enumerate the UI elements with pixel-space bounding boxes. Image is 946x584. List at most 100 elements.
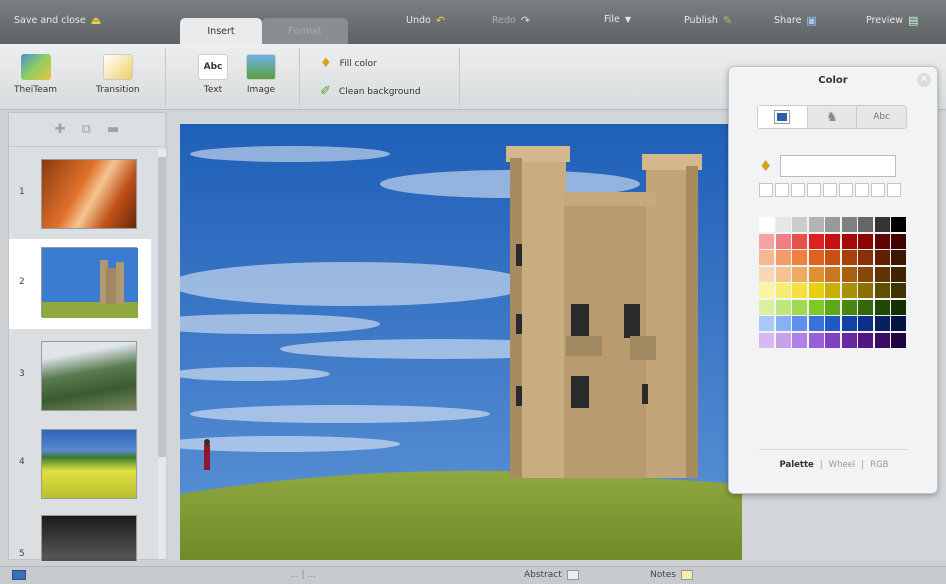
scrollbar-thumb[interactable] — [158, 157, 166, 457]
palette-swatch[interactable] — [891, 283, 906, 298]
slide-thumb-5[interactable]: 5 — [9, 509, 151, 561]
recent-color-swatch[interactable] — [791, 183, 805, 197]
wheel-mode-link[interactable]: Wheel — [829, 460, 856, 470]
abstract-button[interactable]: Abstract — [524, 570, 579, 580]
palette-swatch[interactable] — [792, 316, 807, 331]
palette-swatch[interactable] — [825, 283, 840, 298]
palette-swatch[interactable] — [841, 299, 857, 315]
palette-swatch[interactable] — [874, 332, 890, 348]
palette-swatch[interactable] — [891, 266, 906, 282]
slide-canvas[interactable] — [180, 124, 742, 560]
palette-swatch[interactable] — [759, 299, 774, 315]
publish-button[interactable]: Publish ✎ — [684, 14, 732, 27]
palette-swatch[interactable] — [792, 250, 807, 265]
palette-swatch[interactable] — [874, 250, 890, 265]
slide-thumb-1[interactable]: 1 — [9, 153, 151, 233]
palette-swatch[interactable] — [775, 217, 791, 232]
palette-swatch[interactable] — [874, 299, 890, 315]
recent-color-swatch[interactable] — [775, 183, 789, 197]
notes-button[interactable]: Notes — [650, 570, 693, 580]
add-slide-icon[interactable]: ✚ — [55, 122, 66, 137]
palette-swatch[interactable] — [825, 299, 840, 315]
palette-swatch[interactable] — [808, 283, 824, 298]
palette-swatch[interactable] — [891, 316, 906, 331]
clean-background-button[interactable]: ✐ Clean background — [320, 84, 421, 99]
palette-swatch[interactable] — [792, 299, 807, 315]
theiteam-button[interactable]: TheiTeam — [14, 54, 57, 95]
palette-swatch[interactable] — [891, 332, 906, 348]
recent-color-swatch[interactable] — [839, 183, 853, 197]
redo-button[interactable]: Redo ↷ — [492, 14, 530, 27]
palette-swatch[interactable] — [825, 266, 840, 282]
palette-swatch[interactable] — [792, 217, 807, 232]
palette-swatch[interactable] — [825, 233, 840, 249]
palette-swatch[interactable] — [841, 217, 857, 232]
recent-color-swatch[interactable] — [855, 183, 869, 197]
palette-swatch[interactable] — [874, 283, 890, 298]
palette-swatch[interactable] — [858, 332, 873, 348]
palette-swatch[interactable] — [775, 283, 791, 298]
palette-swatch[interactable] — [891, 217, 906, 232]
palette-swatch[interactable] — [808, 299, 824, 315]
palette-swatch[interactable] — [858, 217, 873, 232]
palette-swatch[interactable] — [858, 266, 873, 282]
hex-color-input[interactable] — [780, 155, 897, 177]
palette-swatch[interactable] — [775, 332, 791, 348]
palette-swatch[interactable] — [792, 332, 807, 348]
palette-swatch[interactable] — [808, 266, 824, 282]
palette-swatch[interactable] — [792, 233, 807, 249]
palette-swatch[interactable] — [759, 250, 774, 265]
palette-swatch[interactable] — [775, 266, 791, 282]
palette-swatch[interactable] — [841, 250, 857, 265]
palette-swatch[interactable] — [759, 316, 774, 331]
remove-slide-icon[interactable]: ▬ — [107, 122, 119, 137]
palette-swatch[interactable] — [808, 217, 824, 232]
palette-swatch[interactable] — [825, 217, 840, 232]
palette-swatch[interactable] — [858, 283, 873, 298]
file-menu[interactable]: File ▼ — [604, 14, 631, 25]
palette-swatch[interactable] — [874, 217, 890, 232]
palette-swatch[interactable] — [891, 250, 906, 265]
palette-swatch[interactable] — [841, 316, 857, 331]
slide-thumb-3[interactable]: 3 — [9, 335, 151, 415]
palette-mode-link[interactable]: Palette — [779, 460, 813, 470]
palette-swatch[interactable] — [808, 316, 824, 331]
palette-swatch[interactable] — [775, 299, 791, 315]
palette-swatch[interactable] — [808, 233, 824, 249]
palette-swatch[interactable] — [841, 266, 857, 282]
recent-color-swatch[interactable] — [823, 183, 837, 197]
palette-swatch[interactable] — [775, 233, 791, 249]
tab-text[interactable]: Abc — [857, 106, 906, 128]
palette-swatch[interactable] — [858, 299, 873, 315]
recent-color-swatch[interactable] — [759, 183, 773, 197]
palette-swatch[interactable] — [808, 250, 824, 265]
palette-swatch[interactable] — [874, 233, 890, 249]
close-icon[interactable]: ✕ — [917, 73, 931, 87]
palette-swatch[interactable] — [792, 283, 807, 298]
palette-swatch[interactable] — [841, 233, 857, 249]
image-button[interactable]: Image — [246, 54, 276, 95]
recent-color-swatch[interactable] — [887, 183, 901, 197]
palette-swatch[interactable] — [841, 283, 857, 298]
tab-format[interactable]: Format — [262, 18, 348, 44]
save-close-button[interactable]: Save and close ⏏ — [14, 14, 101, 27]
palette-swatch[interactable] — [858, 250, 873, 265]
palette-swatch[interactable] — [825, 332, 840, 348]
palette-swatch[interactable] — [891, 233, 906, 249]
transition-button[interactable]: Transition — [96, 54, 140, 95]
rgb-mode-link[interactable]: RGB — [870, 460, 888, 470]
tab-fill[interactable] — [758, 106, 808, 128]
share-button[interactable]: Share ▣ — [774, 14, 817, 27]
palette-swatch[interactable] — [775, 316, 791, 331]
palette-swatch[interactable] — [808, 332, 824, 348]
preview-button[interactable]: Preview ▤ — [866, 14, 918, 27]
palette-swatch[interactable] — [858, 316, 873, 331]
recent-color-swatch[interactable] — [807, 183, 821, 197]
palette-swatch[interactable] — [792, 266, 807, 282]
slide-thumb-4[interactable]: 4 — [9, 423, 151, 503]
fill-color-button[interactable]: ♦ Fill color — [320, 56, 377, 71]
undo-button[interactable]: Undo ↶ — [406, 14, 445, 27]
palette-swatch[interactable] — [841, 332, 857, 348]
palette-swatch[interactable] — [759, 266, 774, 282]
palette-swatch[interactable] — [775, 250, 791, 265]
